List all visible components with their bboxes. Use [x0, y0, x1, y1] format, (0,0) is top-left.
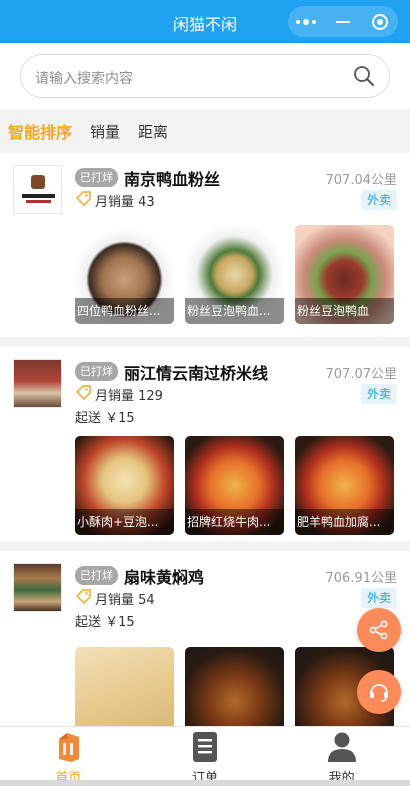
- shop-name: 南京鸭血粉丝: [124, 170, 221, 189]
- dish-name: 粉丝豆泡鸭血...: [185, 298, 284, 324]
- minus-icon: [335, 20, 350, 23]
- nav-orders[interactable]: 订单: [137, 727, 274, 786]
- dish-name: 粉丝豆泡鸭血: [295, 298, 394, 324]
- shop-distance: 707.04公里: [325, 173, 398, 188]
- dish-card[interactable]: 粉丝豆泡鸭血: [295, 225, 394, 324]
- shop-name: 丽江情云南过桥米线: [124, 364, 269, 383]
- delivery-badge: 外卖: [360, 588, 397, 608]
- nav-home[interactable]: 首页: [0, 727, 137, 786]
- dish-card[interactable]: 小酥肉+豆泡...: [75, 436, 174, 535]
- share-icon: [369, 620, 388, 640]
- closed-badge: 已打烊: [75, 566, 118, 585]
- shop-logo: [13, 165, 62, 214]
- shop-card[interactable]: 已打烊 丽江情云南过桥米线 707.07公里 月销量 129 外卖 起送 ￥15…: [0, 347, 410, 541]
- closed-badge: 已打烊: [75, 168, 118, 187]
- search-input[interactable]: 请输入搜索内容: [20, 54, 390, 98]
- shop-logo: [13, 359, 62, 408]
- shop-name: 扇味黄焖鸡: [124, 568, 205, 587]
- customer-service-button[interactable]: [357, 670, 401, 714]
- close-button[interactable]: [365, 10, 395, 34]
- min-order-amount: 起送 ￥15: [75, 411, 135, 426]
- monthly-sales: 月销量 43: [95, 195, 155, 210]
- monthly-sales: 月销量 129: [95, 389, 163, 404]
- target-circle-icon: [371, 13, 388, 30]
- price-tag-icon: [76, 191, 91, 206]
- search-area: 请输入搜索内容: [0, 43, 410, 109]
- dish-card[interactable]: 招牌红烧牛肉...: [185, 436, 284, 535]
- shop-card[interactable]: 已打烊 扇味黄焖鸡 706.91公里 月销量 54 外卖 起送 ￥15: [0, 551, 410, 746]
- delivery-badge: 外卖: [360, 190, 397, 210]
- dish-name: 招牌红烧牛肉...: [185, 509, 284, 535]
- dish-name: 小酥肉+豆泡...: [75, 509, 174, 535]
- share-button[interactable]: [357, 608, 401, 652]
- home-bag-icon: [59, 733, 80, 762]
- sort-tabs: 智能排序 销量 距离: [0, 109, 410, 153]
- app-root: 闲猫不闲 请输入搜索内容 智能排序 销量 距离 已打烊 南京鸭血粉丝 707.0…: [0, 0, 410, 786]
- price-tag-icon: [76, 385, 91, 400]
- more-button[interactable]: [291, 10, 321, 34]
- bottom-edge-bar: [0, 780, 410, 786]
- dish-card[interactable]: 四位鸭血粉丝...: [75, 225, 174, 324]
- bottom-nav: 首页 订单 我的: [0, 726, 410, 786]
- minimize-button[interactable]: [328, 10, 358, 34]
- dish-card[interactable]: 粉丝豆泡鸭血...: [185, 225, 284, 324]
- nav-profile[interactable]: 我的: [273, 727, 410, 786]
- order-list-icon: [193, 732, 217, 762]
- shop-logo: [13, 563, 62, 612]
- mini-program-capsule: [288, 6, 398, 37]
- monthly-sales: 月销量 54: [95, 593, 155, 608]
- headset-icon: [370, 684, 388, 702]
- tab-smart-sort[interactable]: 智能排序: [8, 119, 72, 143]
- search-icon[interactable]: [353, 65, 375, 87]
- shop-card[interactable]: 已打烊 南京鸭血粉丝 707.04公里 月销量 43 外卖 四位鸭血粉丝... …: [0, 153, 410, 337]
- tab-sales[interactable]: 销量: [90, 121, 120, 142]
- dish-name: 四位鸭血粉丝...: [75, 298, 174, 324]
- title-bar: 闲猫不闲: [0, 0, 410, 43]
- dish-name: 肥羊鸭血加腐...: [295, 509, 394, 535]
- shop-distance: 706.91公里: [325, 571, 398, 586]
- shop-distance: 707.07公里: [325, 367, 398, 382]
- tab-distance[interactable]: 距离: [138, 121, 168, 142]
- user-icon: [327, 732, 356, 762]
- min-order-amount: 起送 ￥15: [75, 615, 135, 630]
- closed-badge: 已打烊: [75, 362, 118, 381]
- price-tag-icon: [76, 589, 91, 604]
- delivery-badge: 外卖: [360, 384, 397, 404]
- more-dots-icon: [296, 18, 317, 25]
- dish-card[interactable]: 肥羊鸭血加腐...: [295, 436, 394, 535]
- search-placeholder: 请输入搜索内容: [35, 71, 133, 87]
